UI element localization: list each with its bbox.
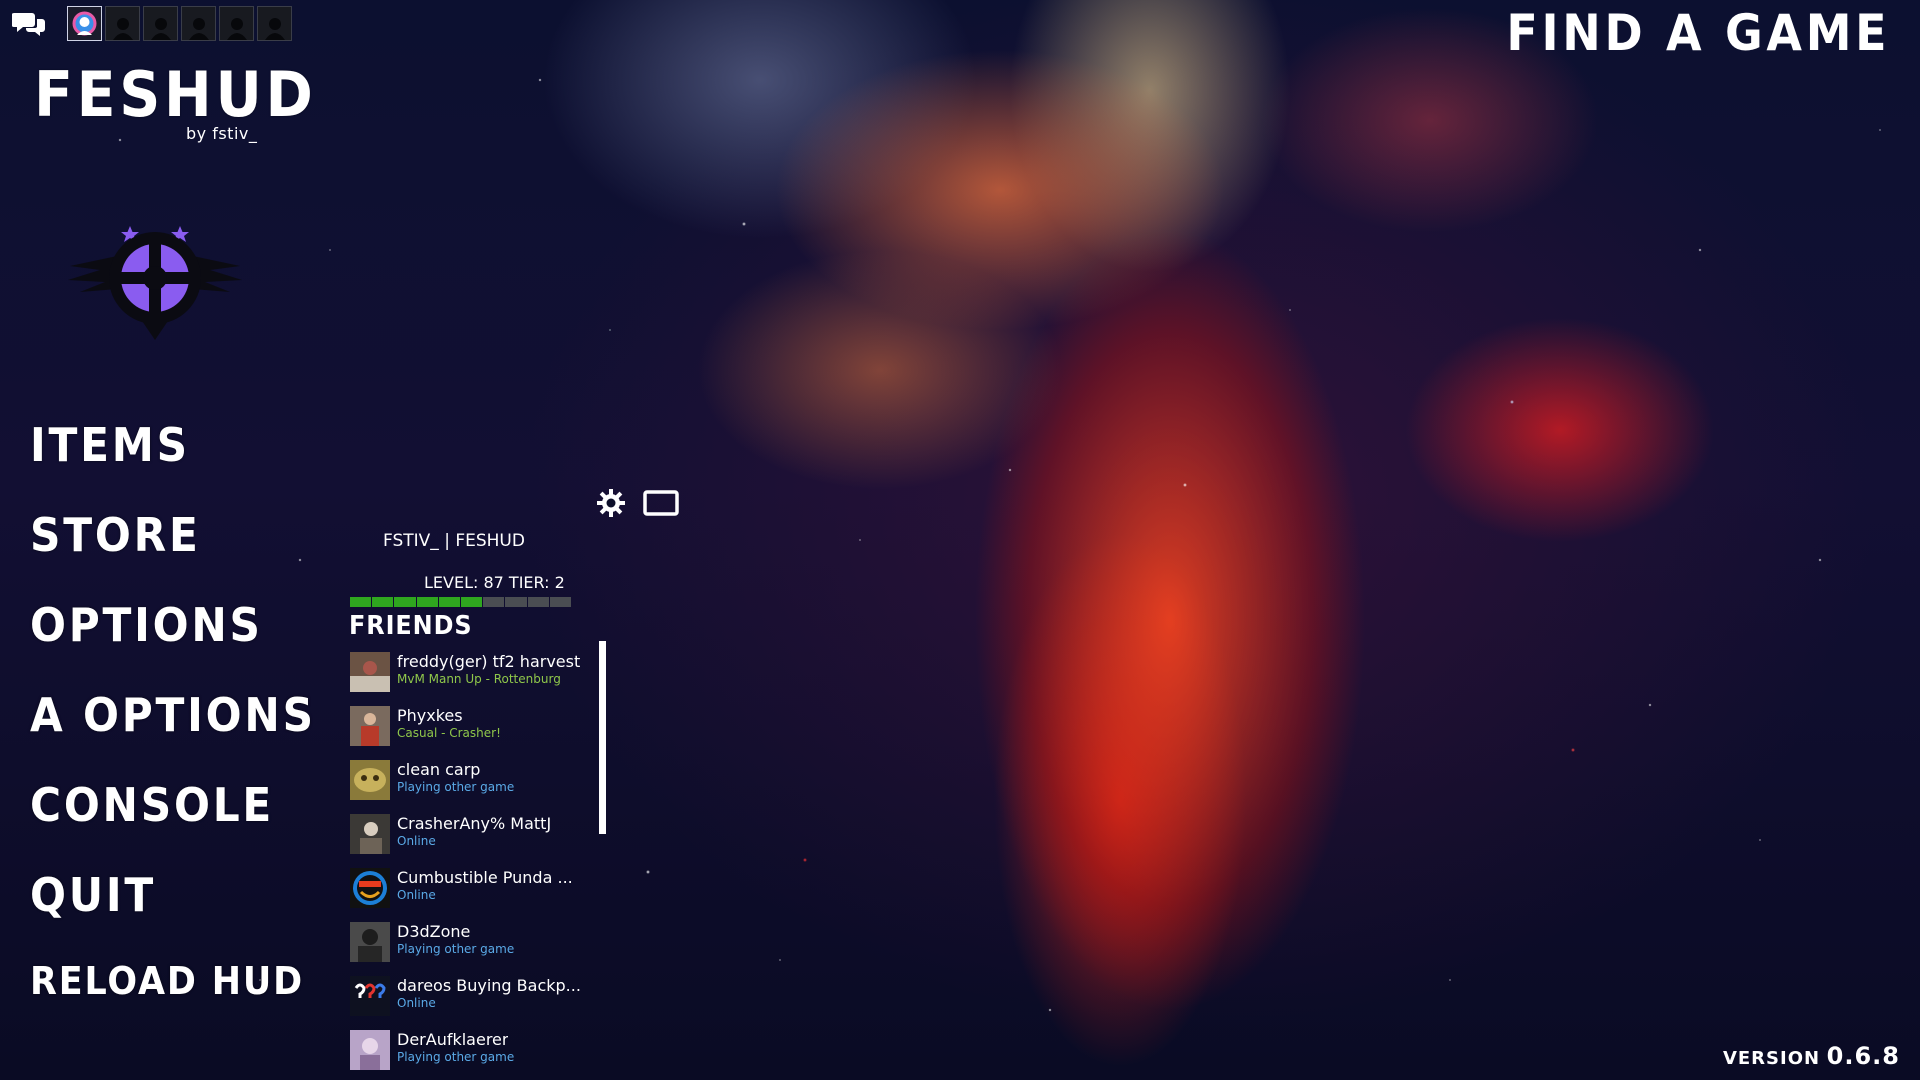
- friend-status: Casual - Crasher!: [397, 726, 501, 740]
- friend-avatar: [350, 976, 390, 1016]
- chat-bubbles-icon[interactable]: [12, 9, 46, 39]
- friend-avatar: [350, 1030, 390, 1070]
- person-silhouette-icon: [226, 18, 247, 40]
- menu-items-button[interactable]: ITEMS: [30, 422, 316, 512]
- menu-options-button[interactable]: OPTIONS: [30, 602, 316, 692]
- friend-name: D3dZone: [397, 922, 471, 941]
- version-display: VERSION 0.6.8: [1723, 1042, 1900, 1070]
- party-slot-empty[interactable]: [105, 6, 140, 41]
- friends-scrollbar[interactable]: [599, 641, 606, 834]
- friend-status: Online: [397, 996, 436, 1010]
- friend-name: freddy(ger) tf2 harvest: [397, 652, 581, 671]
- friend-name: DerAufklaerer: [397, 1030, 509, 1049]
- xp-segment: [505, 597, 527, 607]
- xp-segment: [438, 597, 461, 607]
- menu-store-button[interactable]: STORE: [30, 512, 316, 602]
- menu-quit-button[interactable]: QUIT: [30, 872, 316, 962]
- profile-level: LEVEL: 87 TIER: 2: [424, 573, 565, 592]
- friend-status: Playing other game: [397, 1050, 515, 1064]
- xp-segment: [416, 597, 438, 607]
- friend-avatar: [350, 706, 390, 746]
- friend-avatar: [350, 868, 390, 908]
- friend-name: CrasherAny% MattJ: [397, 814, 552, 833]
- person-silhouette-icon: [150, 18, 171, 40]
- xp-segment: [549, 597, 572, 607]
- friend-item[interactable]: D3dZone Playing other game: [350, 920, 590, 974]
- xp-segment: [461, 597, 483, 607]
- version-number: 0.6.8: [1826, 1042, 1900, 1070]
- friend-item[interactable]: dareos Buying Backp... Online: [350, 974, 590, 1028]
- friend-item[interactable]: freddy(ger) tf2 harvest MvM Mann Up - Ro…: [350, 650, 590, 704]
- profile-name: FSTIV_ | FESHUD: [383, 531, 525, 551]
- person-silhouette-icon: [188, 18, 209, 40]
- version-label: VERSION: [1722, 1048, 1821, 1069]
- friends-title: FRIENDS: [349, 611, 473, 641]
- person-silhouette-icon: [112, 18, 133, 40]
- friend-status: MvM Mann Up - Rottenburg: [397, 672, 561, 686]
- friend-name: Phyxkes: [397, 706, 463, 725]
- party-bar: [12, 6, 292, 41]
- friend-item[interactable]: CrasherAny% MattJ Online: [350, 812, 590, 866]
- party-slot-self[interactable]: [67, 6, 102, 41]
- friends-list: freddy(ger) tf2 harvest MvM Mann Up - Ro…: [350, 650, 590, 1080]
- friend-status: Playing other game: [397, 942, 515, 956]
- xp-segment: [372, 597, 394, 607]
- friend-item[interactable]: Cumbustible Punda ... Online: [350, 866, 590, 920]
- hud-author: by fstiv_: [186, 124, 258, 143]
- main-menu: ITEMS STORE OPTIONS A OPTIONS CONSOLE QU…: [30, 422, 341, 1052]
- friend-avatar: [350, 814, 390, 854]
- party-slot-empty[interactable]: [219, 6, 254, 41]
- xp-segment: [350, 597, 372, 607]
- xp-segment: [394, 597, 416, 607]
- friend-name: dareos Buying Backp...: [397, 976, 581, 995]
- menu-console-button[interactable]: CONSOLE: [30, 782, 316, 872]
- friend-name: Cumbustible Punda ...: [397, 868, 573, 887]
- friend-item[interactable]: DerAufklaerer Playing other game: [350, 1028, 590, 1080]
- user-avatar: [68, 7, 101, 40]
- friend-avatar: [350, 760, 390, 800]
- friend-status: Online: [397, 834, 436, 848]
- menu-reload-hud-button[interactable]: RELOAD HUD: [30, 962, 316, 1052]
- window-icon[interactable]: [643, 490, 679, 516]
- main-menu-screen: FESHUD by fstiv_ ITEMS STORE OPTIONS A O…: [0, 0, 1920, 1080]
- xp-segment: [527, 597, 549, 607]
- xp-segment: [483, 597, 505, 607]
- gear-icon[interactable]: [596, 488, 626, 518]
- menu-advanced-options-button[interactable]: A OPTIONS: [30, 692, 316, 782]
- tf2-emblem-logo: [68, 226, 242, 340]
- friend-avatar: [350, 922, 390, 962]
- friend-item[interactable]: Phyxkes Casual - Crasher!: [350, 704, 590, 758]
- friend-name: clean carp: [397, 760, 481, 779]
- friend-status: Online: [397, 888, 436, 902]
- friend-item[interactable]: clean carp Playing other game: [350, 758, 590, 812]
- party-slot-empty[interactable]: [181, 6, 216, 41]
- person-silhouette-icon: [264, 18, 285, 40]
- friend-avatar: [350, 652, 390, 692]
- xp-progress-bar: [350, 597, 572, 607]
- party-slot-empty[interactable]: [143, 6, 178, 41]
- party-slot-empty[interactable]: [257, 6, 292, 41]
- hud-title: FESHUD: [34, 58, 317, 131]
- friend-status: Playing other game: [397, 780, 515, 794]
- find-a-game-button[interactable]: FIND A GAME: [1506, 4, 1890, 62]
